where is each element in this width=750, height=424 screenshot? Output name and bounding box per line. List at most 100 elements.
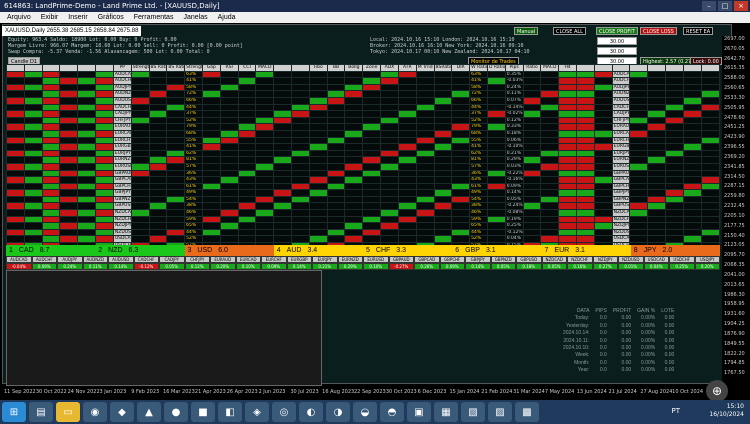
strength-percent: 65% [469,222,488,230]
grid-cell [558,90,577,98]
strength-percent: 59% [469,215,488,224]
grid-cell [326,209,346,217]
strip-pair-name: EURUSD [363,256,389,263]
currency-grid-table: PPStrengthBS RatioBS RatioStrengthGapRSI… [6,64,721,257]
grid-cell [433,136,453,145]
reset-ea-button[interactable]: RESET EA [683,27,714,35]
menu-file[interactable]: Arquivo [2,12,36,23]
close-all-button[interactable]: CLOSE ALL [553,27,586,35]
tp1-input[interactable]: 30.00 [597,37,637,45]
pair-label: NZDCAD [611,209,631,217]
grid-cell [166,77,186,85]
grid-cell [166,83,186,92]
close-profit-button[interactable]: CLOSE PROFIT [596,27,638,35]
grid-column-header [682,64,702,72]
grid-cell [237,143,257,151]
subchart-panel[interactable] [6,270,322,386]
grid-cell [23,195,43,204]
grid-cell [362,209,382,217]
pair-label: GBPAUD [112,169,132,178]
language-indicator[interactable]: PT [672,407,681,415]
grid-cell [95,156,114,164]
grid-cell [558,195,577,204]
grid-cell [130,169,150,178]
folder-icon[interactable]: ▭ [56,402,80,422]
grid-cell [148,110,168,118]
pair-label: NZDUSD [611,228,631,237]
grid-cell [362,149,382,158]
tp2-input[interactable]: 30.00 [597,47,637,55]
grid-cell [593,77,613,85]
zoom-icon[interactable]: ⊕ [706,380,728,402]
grid-cell [629,149,649,158]
grid-cell [255,129,275,138]
grid-cell [237,116,257,125]
grid-cell [77,215,97,224]
close-button[interactable]: × [734,1,748,11]
grid-cell [362,129,382,138]
grid-cell [6,169,25,178]
app-icon[interactable]: ◐ [299,402,323,422]
strip-pair-name: AUDCAD [6,256,32,263]
file-explorer-icon[interactable]: ▤ [29,402,53,422]
grid-row: GBPUSD 38% 38% -0.24% GBPUSD [6,202,721,211]
app-icon[interactable]: ● [164,402,188,422]
start-icon[interactable]: ⊞ [2,402,26,422]
app-icon[interactable]: ▲ [137,402,161,422]
app-icon[interactable]: ▦ [434,402,458,422]
price-tick: 2451.25 [724,124,745,131]
grid-cell [6,222,25,230]
price-tick: 2314.50 [724,173,745,180]
strip-pair-name: GBPNZD [490,256,516,263]
menu-charts[interactable]: Gráficos [93,12,129,23]
app-icon[interactable]: ◒ [353,402,377,422]
grid-cell [451,83,471,92]
app-icon[interactable]: ◧ [218,402,242,422]
grid-cell [433,96,453,105]
grid-cell [255,215,275,224]
manual-button[interactable]: Manual [514,27,539,35]
currency-strength-item: 2 NZD 6.3 [95,245,185,256]
chrome-icon[interactable]: ◉ [83,402,107,422]
strength-rank: 3 [187,247,192,254]
grid-cell [219,209,239,217]
app-icon[interactable]: ◑ [326,402,350,422]
menu-tools[interactable]: Ferramentas [129,12,179,23]
grid-cell [700,202,721,211]
grid-cell [6,143,25,151]
app-icon[interactable]: ▩ [515,402,539,422]
app-icon[interactable]: ◓ [380,402,404,422]
minimize-button[interactable]: – [702,1,716,11]
grid-cell [255,228,275,237]
strip-pair-value: 0.05% [541,263,567,270]
menu-window[interactable]: Janelas [178,12,212,23]
app-icon[interactable]: ▨ [488,402,512,422]
app-icon[interactable]: ▣ [407,402,431,422]
grid-cell [308,129,328,138]
maximize-button[interactable]: □ [718,1,732,11]
grid-cell [380,176,399,184]
close-loss-button[interactable]: CLOSE LOSS [640,27,677,35]
grid-cell [130,176,150,184]
strip-pair-value: 0.18% [516,263,542,270]
menu-insert[interactable]: Inserir [63,12,92,23]
grid-cell [433,156,453,164]
stats-cell: 0.0 [599,322,607,329]
menu-help[interactable]: Ajuda [213,12,241,23]
grid-cell [6,209,25,217]
strength-cur: CAD [18,247,34,254]
app-icon[interactable]: ◆ [110,402,134,422]
system-clock[interactable]: 15:10 16/10/2024 [709,403,744,419]
app-icon[interactable]: ◈ [245,402,269,422]
grid-cell [415,103,435,112]
menu-view[interactable]: Exibir [36,12,64,23]
grid-cell [362,169,382,178]
grid-cell [700,90,721,98]
app-icon[interactable]: ▧ [461,402,485,422]
grid-cell [77,222,97,230]
grid-cell [344,143,364,151]
strength-percent: 37% [184,110,203,118]
grid-cell [219,96,239,105]
app-icon[interactable]: ◎ [272,402,296,422]
app-icon[interactable]: ■ [191,402,215,422]
